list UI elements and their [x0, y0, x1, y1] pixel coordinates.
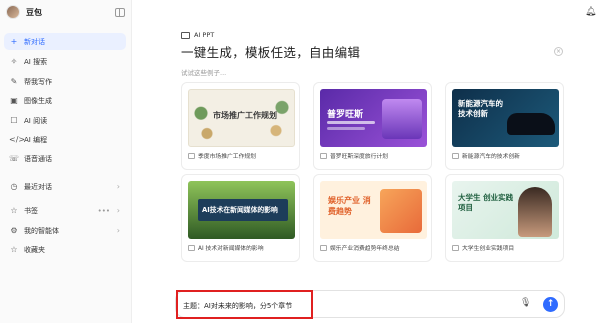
template-caption: 季度市场推广工作规划	[188, 151, 297, 160]
sidebar-item-label: AI 阅读	[24, 116, 48, 125]
chevron-right-icon: ›	[116, 206, 120, 215]
template-caption-text: 新能源汽车的技术创新	[462, 154, 520, 160]
phone-icon: ☏	[9, 154, 20, 163]
thumb-title: AI技术在新闻媒体的影响	[202, 206, 278, 214]
brand[interactable]: 豆包	[6, 5, 42, 19]
sidebar-item-label: 图像生成	[24, 96, 52, 105]
template-caption-text: 普罗旺斯深度旅行计划	[330, 154, 388, 160]
template-caption-text: AI 技术对新闻媒体的影响	[198, 246, 264, 252]
thumb-title: 新能源汽车的 技术创新	[458, 99, 503, 118]
sidebar-item-ai-reading[interactable]: ☐ AI 阅读	[4, 112, 126, 129]
thumb-title: 娱乐产业 消费趋势	[328, 196, 371, 216]
template-caption-text: 大学生创业实践项目	[462, 246, 515, 252]
sidebar-item-label: 语音通话	[24, 154, 52, 163]
sidebar-item-bookmarks[interactable]: ☆ 书签 ••• ›	[4, 202, 126, 219]
sidebar-item-voice-call[interactable]: ☏ 语音通话	[4, 150, 126, 167]
clock-icon: ◷	[10, 182, 18, 191]
template-card[interactable]: 娱乐产业 消费趋势 娱乐产业消费趋势年终总结	[313, 174, 432, 262]
thumb-title: 大学生 创业实践项目	[458, 193, 514, 212]
ppt-icon	[181, 31, 190, 39]
template-card[interactable]: 市场推广工作规划 季度市场推广工作规划	[181, 82, 300, 170]
sidebar-item-writing[interactable]: ✎ 帮我写作	[4, 73, 126, 90]
sidebar-item-label: 帮我写作	[24, 77, 52, 86]
code-icon: </>	[9, 135, 26, 144]
avatar	[6, 5, 20, 19]
template-thumbnail: 大学生 创业实践项目	[452, 181, 559, 239]
template-card[interactable]: 大学生 创业实践项目 大学生创业实践项目	[445, 174, 564, 262]
sidebar: 豆包 + 新对话 ✧ AI 搜索 ✎ 帮我写作 ▣ 图像生成 ☐ AI 阅读 <…	[0, 0, 132, 323]
chevron-right-icon: ›	[116, 226, 120, 235]
examples-hint: 试试这些例子...	[181, 69, 227, 77]
microphone-icon[interactable]: 🎙︎	[520, 298, 531, 308]
ppt-tag: AI PPT	[181, 31, 214, 39]
sidebar-item-label: AI 编程	[24, 135, 48, 144]
sidebar-item-recent-chats[interactable]: ◷ 最近对话 ›	[4, 178, 126, 195]
template-card[interactable]: 新能源汽车的 技术创新 新能源汽车的技术创新	[445, 82, 564, 170]
star-icon: ☆	[10, 245, 18, 254]
sidebar-item-my-agents[interactable]: ⚙ 我的智能体 ›	[4, 222, 126, 239]
bell-icon[interactable]: 🔔︎	[585, 7, 596, 17]
sidebar-item-image-gen[interactable]: ▣ 图像生成	[4, 92, 126, 109]
sidebar-item-ai-coding[interactable]: </> AI 编程	[4, 131, 126, 148]
chevron-right-icon: ›	[116, 182, 120, 191]
template-thumbnail: 市场推广工作规划	[188, 89, 295, 147]
sidebar-item-label: 我的智能体	[24, 226, 59, 235]
template-thumbnail: 娱乐产业 消费趋势	[320, 181, 427, 239]
page-title: 一键生成，模板任选，自由编辑	[181, 45, 361, 60]
template-thumbnail: 新能源汽车的 技术创新	[452, 89, 559, 147]
template-caption-text: 娱乐产业消费趋势年终总结	[330, 246, 400, 252]
template-card[interactable]: AI技术在新闻媒体的影响 AI 技术对新闻媒体的影响	[181, 174, 300, 262]
bookmark-icon: ☆	[10, 206, 18, 215]
template-card[interactable]: 普罗旺斯 普罗旺斯深度旅行计划	[313, 82, 432, 170]
sidebar-item-label: AI 搜索	[24, 57, 48, 66]
app-name: 豆包	[26, 7, 42, 17]
ppt-icon	[320, 152, 327, 159]
ppt-icon	[452, 244, 459, 251]
thumb-title: 市场推广工作规划	[213, 111, 277, 120]
sidebar-item-label: 书签	[24, 206, 38, 215]
sparkle-search-icon: ✧	[10, 57, 18, 66]
ppt-icon	[320, 244, 327, 251]
template-caption: 普罗旺斯深度旅行计划	[320, 151, 429, 160]
template-caption-text: 季度市场推广工作规划	[198, 154, 256, 160]
image-icon: ▣	[10, 96, 18, 105]
ppt-icon	[188, 152, 195, 159]
book-icon: ☐	[10, 116, 18, 125]
template-caption: 大学生创业实践项目	[452, 243, 561, 252]
thumb-title: 普罗旺斯	[327, 110, 364, 120]
close-icon[interactable]: ×	[554, 47, 563, 56]
agent-icon: ⚙	[10, 226, 18, 235]
ppt-icon	[452, 152, 459, 159]
sidebar-item-label: 收藏夹	[24, 245, 45, 254]
template-thumbnail: AI技术在新闻媒体的影响	[188, 181, 295, 239]
pen-icon: ✎	[10, 77, 18, 86]
arrow-up-icon: ↑	[546, 299, 555, 309]
more-icon[interactable]: •••	[98, 207, 110, 215]
sidebar-item-label: 最近对话	[24, 182, 52, 191]
ppt-icon	[188, 244, 195, 251]
plus-icon: +	[10, 37, 18, 46]
template-caption: 娱乐产业消费趋势年终总结	[320, 243, 429, 252]
sidebar-item-label: 新对话	[24, 37, 45, 46]
sidebar-item-ai-search[interactable]: ✧ AI 搜索	[4, 53, 126, 70]
sidebar-item-new-chat[interactable]: + 新对话	[4, 33, 126, 50]
ppt-tag-label: AI PPT	[194, 31, 215, 39]
sidebar-toggle-icon[interactable]	[115, 8, 125, 17]
send-button[interactable]: ↑	[543, 297, 558, 312]
template-thumbnail: 普罗旺斯	[320, 89, 427, 147]
template-caption: AI 技术对新闻媒体的影响	[188, 243, 297, 252]
sidebar-item-favorites[interactable]: ☆ 收藏夹	[4, 241, 126, 258]
template-caption: 新能源汽车的技术创新	[452, 151, 561, 160]
input-highlight-box	[176, 290, 313, 319]
